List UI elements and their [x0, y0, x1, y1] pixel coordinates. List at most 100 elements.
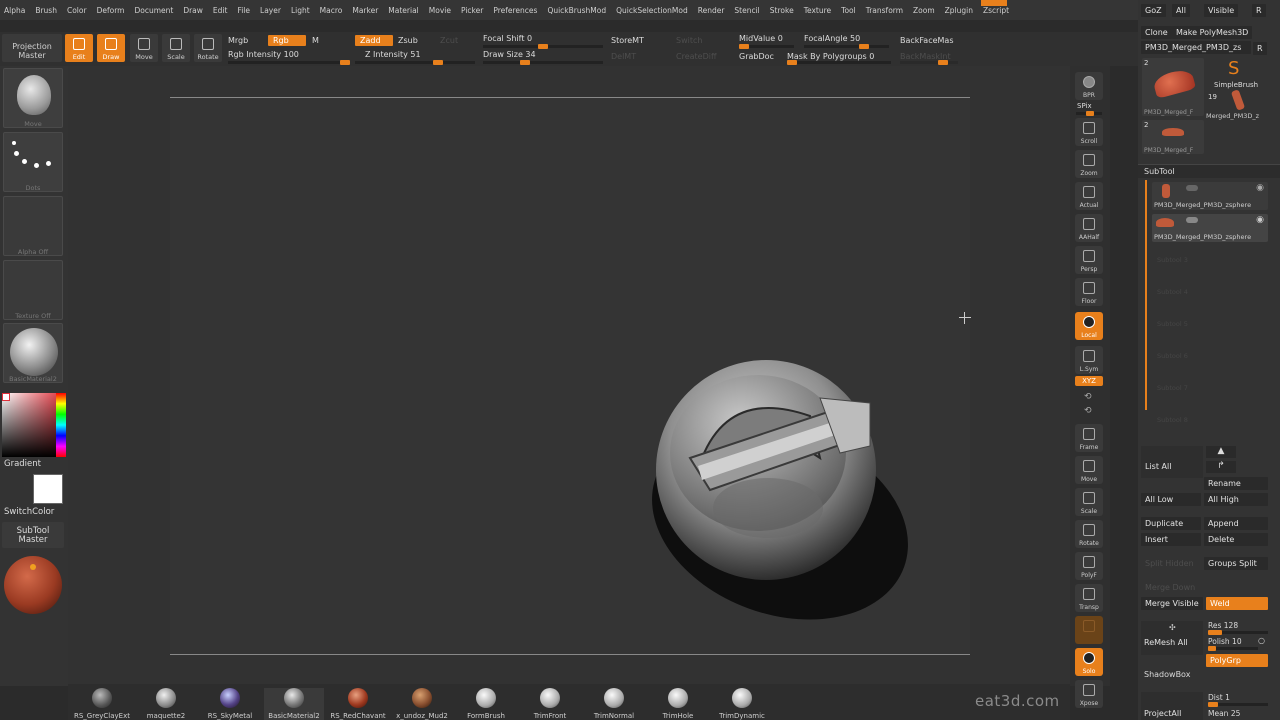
material-slot[interactable]: TrimNormal	[584, 688, 644, 720]
current-tool-r-button[interactable]: R	[1253, 42, 1267, 55]
res-slider[interactable]: Res 128	[1208, 621, 1238, 630]
toggle-icon[interactable]	[1186, 217, 1198, 223]
polyf-button[interactable]: PolyF	[1075, 552, 1103, 580]
projection-master-button[interactable]: Projection Master	[2, 34, 62, 62]
gradient-label[interactable]: Gradient	[4, 459, 41, 469]
shadowbox-button[interactable]: ShadowBox	[1144, 670, 1190, 679]
move-view-button[interactable]: Move	[1075, 456, 1103, 484]
midvalue-slider[interactable]: MidValue 0	[739, 34, 783, 43]
goz-button[interactable]: GoZ	[1141, 4, 1166, 17]
z-intensity-slider[interactable]: Z Intensity 51	[365, 50, 421, 59]
all-high-button[interactable]: All High	[1204, 493, 1268, 506]
rename-button[interactable]: Rename	[1204, 477, 1268, 490]
goz-r-button[interactable]: R	[1252, 4, 1266, 17]
focalangle-slider[interactable]: FocalAngle 50	[804, 34, 860, 43]
menu-item[interactable]: QuickBrushMod	[547, 6, 606, 15]
insert-button[interactable]: Insert	[1141, 533, 1201, 546]
transp-button[interactable]: Transp	[1075, 584, 1103, 612]
menu-item[interactable]: Zplugin	[945, 6, 973, 15]
xpose-button[interactable]: Xpose	[1075, 680, 1103, 708]
rgb-intensity-slider[interactable]: Rgb Intensity 100	[228, 50, 299, 59]
mask-by-polygroups-slider[interactable]: Mask By Polygroups 0	[787, 52, 874, 61]
draw-size-track[interactable]	[483, 60, 603, 65]
zcut-button[interactable]: Zcut	[440, 36, 458, 45]
rotate-button[interactable]: Rotate	[194, 34, 222, 62]
backfacemas-button[interactable]: BackFaceMas	[900, 36, 953, 45]
menu-item[interactable]: Edit	[213, 6, 228, 15]
arrow-down-right-icon[interactable]: ↱	[1206, 461, 1236, 473]
spix-knob[interactable]	[1086, 111, 1094, 116]
polygrp-toggle[interactable]: PolyGrp	[1206, 654, 1268, 667]
menu-item[interactable]: Stroke	[770, 6, 794, 15]
subtool-item[interactable]: ◉ PM3D_Merged_PM3D_zsphere	[1152, 182, 1268, 210]
menu-item[interactable]: Macro	[320, 6, 343, 15]
hue-strip[interactable]	[56, 393, 66, 457]
material-slot[interactable]: FormBrush	[456, 688, 516, 720]
brush-thumbnail[interactable]: Move	[3, 68, 63, 128]
scale-button[interactable]: Scale	[162, 34, 190, 62]
stroke-thumbnail[interactable]: Dots	[3, 132, 63, 192]
z-intensity-track[interactable]	[355, 60, 475, 65]
subtool-scrollbar[interactable]	[1145, 180, 1147, 410]
midvalue-track[interactable]	[739, 44, 794, 49]
menu-item[interactable]: Zscript	[983, 6, 1009, 15]
polish-track[interactable]	[1208, 646, 1258, 651]
spix-label[interactable]: SPix	[1077, 102, 1092, 110]
move-button[interactable]: Move	[130, 34, 158, 62]
current-tool-field[interactable]: PM3D_Merged_PM3D_zs	[1141, 41, 1251, 54]
delete-button[interactable]: Delete	[1204, 533, 1268, 546]
res-track[interactable]	[1208, 630, 1268, 635]
menu-item[interactable]: QuickSelectionMod	[616, 6, 688, 15]
zadd-button[interactable]: Zadd	[355, 35, 393, 46]
material-slot[interactable]: RS_RedChavant	[328, 688, 388, 720]
menu-item[interactable]: Tool	[841, 6, 856, 15]
menu-item[interactable]: Preferences	[493, 6, 537, 15]
draw-button[interactable]: Draw	[97, 34, 125, 62]
material-thumbnail[interactable]: BasicMaterial2	[3, 323, 63, 383]
persp-button[interactable]: Persp	[1075, 246, 1103, 274]
solo-button[interactable]: Solo	[1075, 648, 1103, 676]
append-button[interactable]: Append	[1204, 517, 1268, 530]
mean-slider[interactable]: Mean 25	[1208, 709, 1240, 718]
polish-knob[interactable]	[1208, 646, 1216, 651]
arrow-up-icon[interactable]: ▲	[1206, 446, 1236, 458]
m-button[interactable]: M	[312, 36, 319, 45]
menu-item[interactable]: Marker	[352, 6, 378, 15]
polish-toggle-icon[interactable]: ○	[1258, 636, 1265, 645]
draw-size-knob[interactable]	[520, 60, 530, 65]
all-low-button[interactable]: All Low	[1141, 493, 1201, 506]
projectall-button[interactable]: ProjectAll	[1141, 692, 1203, 720]
z-intensity-knob[interactable]	[433, 60, 443, 65]
floor-button[interactable]: Floor	[1075, 278, 1103, 306]
material-slot-selected[interactable]: BasicMaterial2	[264, 688, 324, 720]
remesh-all-button[interactable]: ✣ ReMesh All	[1141, 621, 1203, 655]
mask-by-polygroups-knob[interactable]	[787, 60, 797, 65]
zsub-button[interactable]: Zsub	[398, 36, 418, 45]
focal-shift-knob[interactable]	[538, 44, 548, 49]
tool-thumb-2[interactable]: S SimpleBrush 19 Merged_PM3D_z	[1206, 58, 1272, 120]
backmaskint-track[interactable]	[900, 60, 958, 65]
dist-slider[interactable]: Dist 1	[1208, 693, 1230, 702]
focalangle-track[interactable]	[804, 44, 889, 49]
switchcolor-button[interactable]: SwitchColor	[4, 507, 54, 517]
menu-item[interactable]: Movie	[429, 6, 451, 15]
subtool-item-selected[interactable]: ◉ PM3D_Merged_PM3D_zsphere	[1152, 214, 1268, 242]
draw-size-slider[interactable]: Draw Size 34	[483, 50, 536, 59]
menu-item[interactable]: Stencil	[734, 6, 759, 15]
rgb-intensity-knob[interactable]	[340, 60, 350, 65]
menu-item[interactable]: Transform	[866, 6, 903, 15]
backmaskint-knob[interactable]	[938, 60, 948, 65]
frame-button[interactable]: Frame	[1075, 424, 1103, 452]
local-button[interactable]: Local	[1075, 312, 1103, 340]
menu-item[interactable]: File	[237, 6, 250, 15]
storemt-button[interactable]: StoreMT	[611, 36, 644, 45]
rotate-z-icon[interactable]: ⟲	[1084, 406, 1092, 416]
focal-shift-track[interactable]	[483, 44, 603, 49]
rgb-intensity-track[interactable]	[228, 60, 350, 65]
lsym-button[interactable]: L.Sym	[1075, 346, 1103, 374]
material-slot[interactable]: RS_GreyClayExt	[72, 688, 132, 720]
alpha-thumbnail[interactable]: Alpha Off	[3, 196, 63, 256]
subtool-header[interactable]: SubTool	[1138, 164, 1280, 178]
material-slot[interactable]: TrimFront	[520, 688, 580, 720]
list-all-button[interactable]: List All	[1141, 446, 1203, 478]
